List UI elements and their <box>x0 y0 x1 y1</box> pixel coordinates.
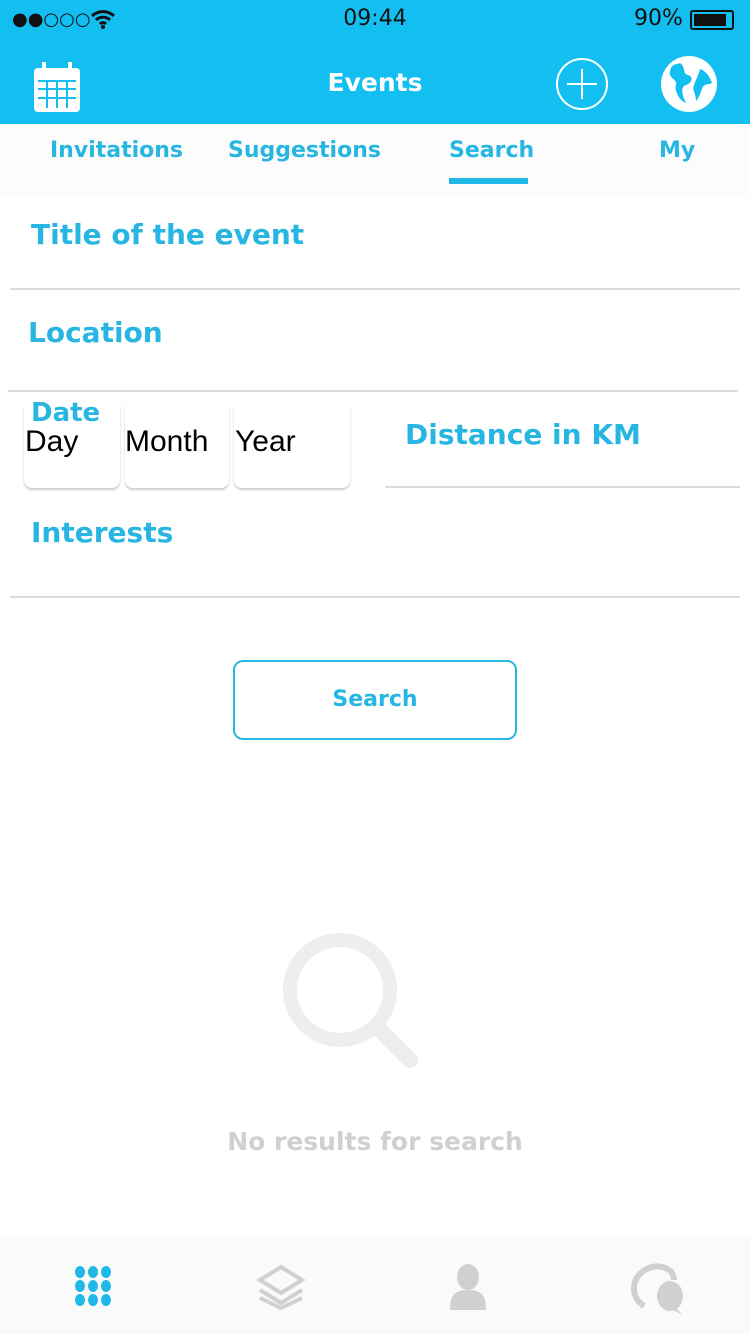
distance-field[interactable]: Distance in KM <box>405 418 641 451</box>
search-icon <box>283 933 418 1068</box>
battery-icon <box>690 10 734 30</box>
page-title: Events <box>327 68 423 97</box>
tab-invitations[interactable]: Invitations <box>50 138 183 163</box>
divider <box>10 288 740 290</box>
layers-icon[interactable] <box>256 1264 306 1310</box>
chat-icon[interactable] <box>628 1262 684 1314</box>
grid-icon[interactable] <box>74 1266 112 1306</box>
active-tab-indicator <box>449 178 528 184</box>
empty-state-text: No results for search <box>227 1127 523 1156</box>
date-label: Date <box>31 398 101 428</box>
divider <box>385 486 740 488</box>
divider <box>10 596 740 598</box>
title-field[interactable]: Title of the event <box>31 218 304 251</box>
battery-percent: 90% <box>634 6 683 31</box>
divider <box>8 390 738 392</box>
plus-circle-icon[interactable] <box>555 57 609 111</box>
month-value: Month <box>125 425 209 458</box>
day-value: Day <box>25 425 79 458</box>
tab-suggestions[interactable]: Suggestions <box>228 138 381 163</box>
year-value: Year <box>235 425 296 458</box>
location-field[interactable]: Location <box>28 316 163 349</box>
person-icon[interactable] <box>448 1264 488 1310</box>
globe-icon[interactable] <box>660 55 718 113</box>
interests-field[interactable]: Interests <box>31 516 173 549</box>
tab-search[interactable]: Search <box>449 138 534 163</box>
search-button[interactable]: Search <box>233 660 517 740</box>
tab-my[interactable]: My <box>659 138 695 163</box>
